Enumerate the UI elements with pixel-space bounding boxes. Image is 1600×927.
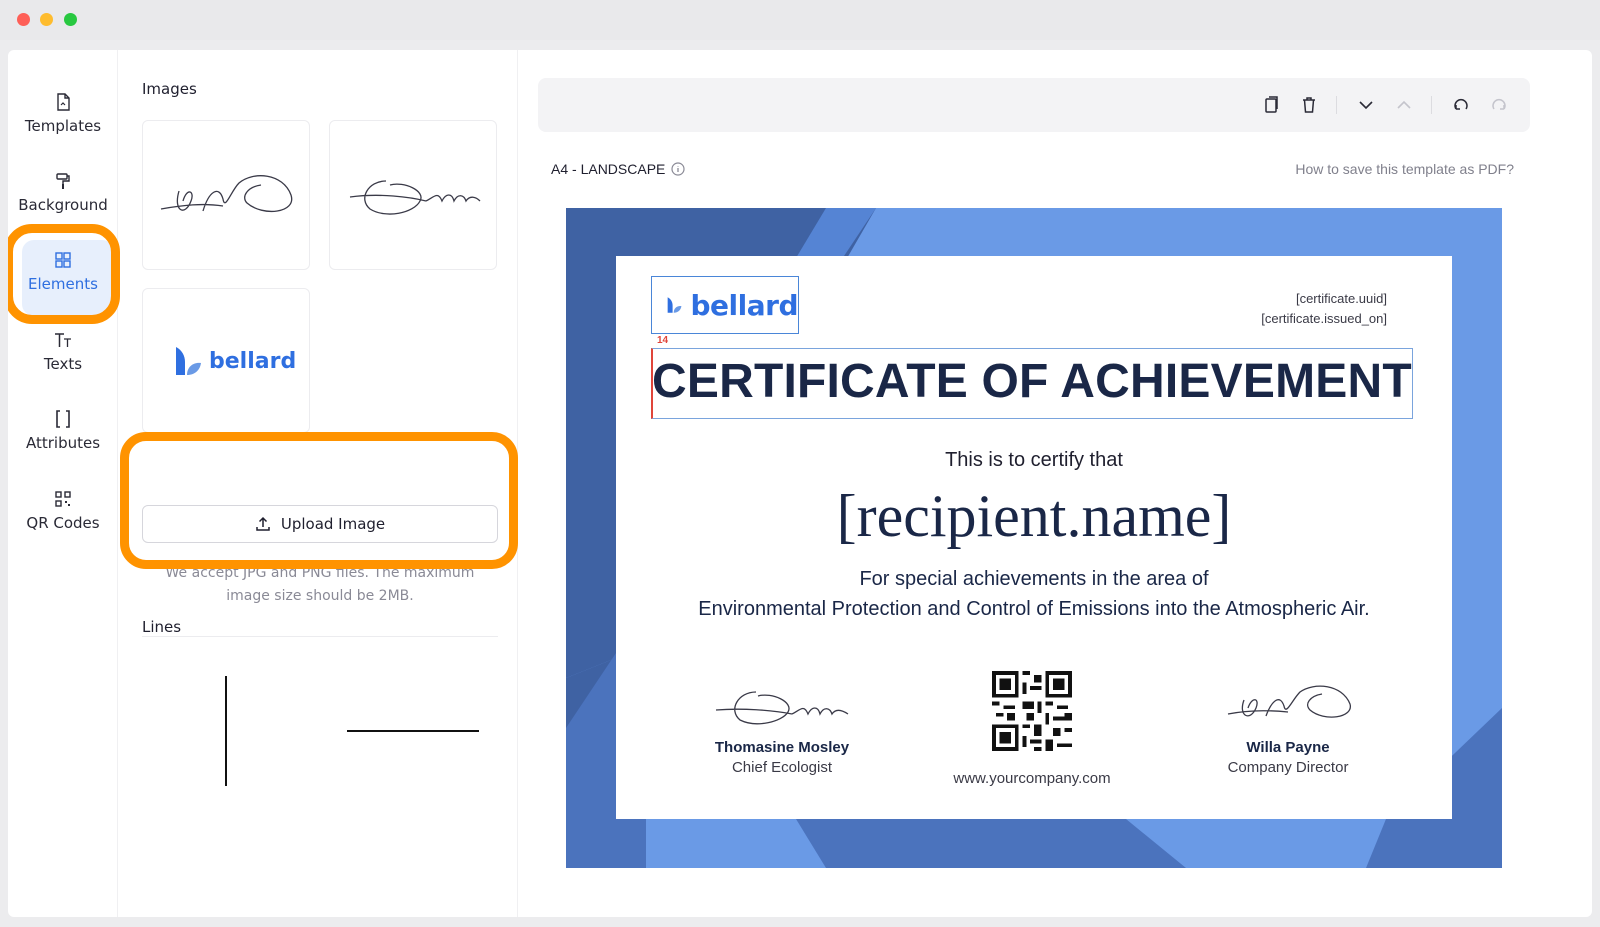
qr-code-image [992,671,1072,751]
toolbar-separator [1336,96,1337,114]
paint-roller-icon [56,173,70,189]
sidebar-item-label: QR Codes [26,514,100,532]
template-file-icon [57,93,70,111]
sidebar-item-elements[interactable]: Elements [8,250,118,320]
upload-note: We accept JPG and PNG files. The maximum… [165,565,475,604]
certificate-title[interactable]: CERTIFICATE OF ACHIEVEMENT [652,354,1412,409]
sidebar-item-qr-codes[interactable]: QR Codes [8,489,118,559]
upload-highlight-ring [120,432,518,569]
company-website: www.yourcompany.com [953,770,1111,787]
font-size-badge: 14 [657,335,669,346]
signature-drawing [160,175,293,213]
right-signature-block[interactable]: Willa Payne Company Director [1188,676,1388,776]
sidebar-item-texts[interactable]: Texts [8,330,118,400]
achievement-line-2[interactable]: Environmental Protection and Control of … [616,598,1452,621]
undo-icon[interactable] [1450,94,1472,116]
certificate-issued-on: [certificate.issued_on] [1261,311,1387,326]
left-signature-drawing [715,691,849,725]
duplicate-icon[interactable] [1260,94,1282,116]
app-window: Templates Background Elements Texts Attr… [8,50,1592,917]
signature-image-1[interactable] [142,120,310,270]
canvas-toolbar [538,78,1530,132]
vertical-line [225,676,227,786]
certificate-sheet: bellard [certificate.uuid] [certificate.… [616,256,1452,819]
save-as-pdf-help-link[interactable]: How to save this template as PDF? [1295,161,1514,177]
window-titlebar [0,0,1600,40]
certificate-uuid: [certificate.uuid] [1295,291,1387,306]
upload-icon [256,516,270,531]
logo-image[interactable]: bellard [142,288,310,433]
elements-panel: Images bellard Upload Image We accept JP… [118,50,518,917]
images-section-title: Images [142,80,197,98]
right-signer-name: Willa Payne [1246,739,1330,756]
certificate-meta[interactable]: [certificate.uuid] [certificate.issued_o… [1261,289,1387,329]
redo-icon[interactable] [1488,94,1510,116]
achievement-line-1[interactable]: For special achievements in the area of [616,568,1452,591]
sidebar-item-label: Texts [43,355,83,373]
sidebar-item-templates[interactable]: Templates [8,92,118,162]
horizontal-line [347,730,479,732]
toolbar-separator [1431,96,1432,114]
sidebar-item-label: Templates [24,117,102,135]
signature-drawing [349,180,481,215]
section-divider [142,636,498,637]
bellard-logo-icon [176,347,201,375]
minimize-window-button[interactable] [40,13,53,26]
upload-button-label: Upload Image [280,515,386,533]
sidebar-item-label: Attributes [25,434,101,452]
left-signer-name: Thomasine Mosley [714,739,850,756]
chevron-up-icon[interactable] [1393,94,1415,116]
right-signer-role: Company Director [1227,759,1349,776]
sidebar-item-label: Elements [28,275,98,293]
lines-section-title: Lines [142,618,182,636]
sidebar-item-attributes[interactable]: Attributes [8,409,118,479]
sidebar-item-background[interactable]: Background [8,171,118,241]
horizontal-line-element[interactable] [347,720,481,740]
zoom-window-button[interactable] [64,13,77,26]
sidebar-item-label: Background [18,196,108,214]
info-icon[interactable] [671,162,685,176]
elements-grid-icon [55,252,71,268]
left-signature-block[interactable]: Thomasine Mosley Chief Ecologist [682,676,882,776]
certificate-logo-element[interactable]: bellard [651,276,799,334]
vertical-line-element[interactable] [214,676,238,788]
page-size-text: A4 - LANDSCAPE [551,161,666,177]
panel-logo-text: bellard [209,348,297,374]
brackets-icon [56,410,70,428]
right-signature-drawing [1227,685,1351,718]
qr-code-icon [55,491,71,507]
certify-line[interactable]: This is to certify that [616,449,1452,472]
qr-code-block[interactable]: www.yourcompany.com [932,671,1132,787]
bellard-logo-icon [667,297,682,313]
page-size-label: A4 - LANDSCAPE [551,161,685,177]
upload-image-button[interactable]: Upload Image [142,505,498,543]
left-signer-role: Chief Ecologist [731,759,833,776]
signature-image-2[interactable] [329,120,497,270]
text-icon [55,333,71,347]
close-window-button[interactable] [17,13,30,26]
certificate-logo-text: bellard [690,288,799,322]
recipient-name[interactable]: [recipient.name] [616,482,1452,551]
certificate-canvas[interactable]: bellard [certificate.uuid] [certificate.… [566,208,1502,868]
sidebar: Templates Background Elements Texts Attr… [8,50,120,917]
chevron-down-icon[interactable] [1355,94,1377,116]
trash-icon[interactable] [1298,94,1320,116]
